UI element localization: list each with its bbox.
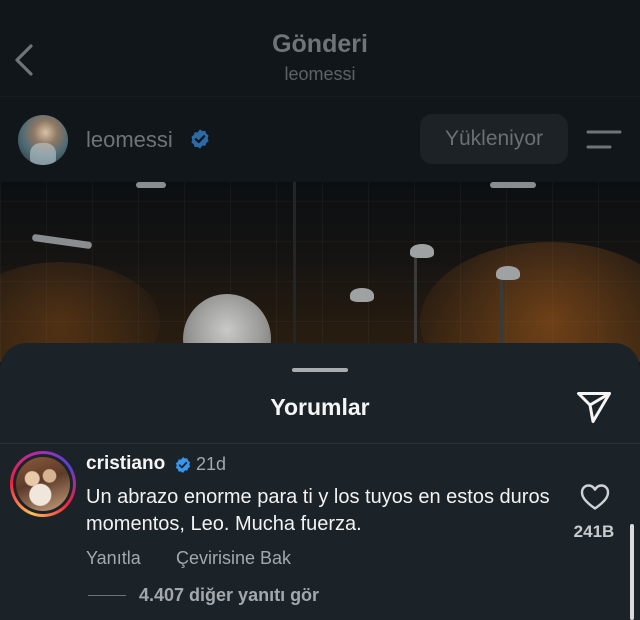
loading-button[interactable]: Yükleniyor (420, 114, 568, 164)
post-author-username[interactable]: leomessi (86, 127, 173, 153)
see-translation-button[interactable]: Çevirisine Bak (176, 548, 291, 569)
scrollbar[interactable] (630, 524, 634, 620)
replies-line (88, 595, 126, 596)
lamp (410, 244, 434, 258)
top-navigation-bar: Gönderi leomessi (0, 0, 640, 96)
lamp (350, 288, 374, 302)
post-photo[interactable] (0, 182, 640, 362)
sheet-grabber[interactable] (292, 368, 348, 372)
commenter-avatar[interactable] (16, 457, 70, 511)
commenter-username[interactable]: cristiano (86, 453, 165, 475)
comment-text: Un abrazo enorme para ti y los tuyos en … (86, 486, 550, 535)
page-subtitle: leomessi (284, 64, 356, 84)
comments-sheet: Yorumlar cristiano 21d Un abrazo enorme … (0, 343, 640, 620)
page-title: Gönderi (272, 30, 368, 58)
share-icon[interactable] (575, 388, 613, 426)
net-pole (293, 182, 296, 362)
story-ring-gap (13, 454, 73, 514)
like-count: 241B (573, 522, 615, 541)
verified-icon (191, 129, 209, 149)
story-ring[interactable] (10, 451, 76, 517)
lamp (496, 266, 520, 280)
heart-icon[interactable] (580, 483, 610, 511)
comment-item: cristiano 21d Un abrazo enorme para ti y… (0, 444, 640, 620)
comments-title: Yorumlar (270, 394, 370, 420)
ceiling-light (136, 182, 166, 188)
comment-time: 21d (196, 454, 227, 474)
menu-icon[interactable] (586, 125, 622, 155)
verified-icon (175, 457, 191, 473)
ceiling-light (490, 182, 536, 188)
view-replies-button[interactable]: 4.407 diğer yanıtı gör (139, 585, 319, 606)
post-author-avatar[interactable] (18, 115, 68, 165)
post-header: leomessi Yükleniyor (0, 96, 640, 184)
reply-button[interactable]: Yanıtla (86, 548, 141, 569)
